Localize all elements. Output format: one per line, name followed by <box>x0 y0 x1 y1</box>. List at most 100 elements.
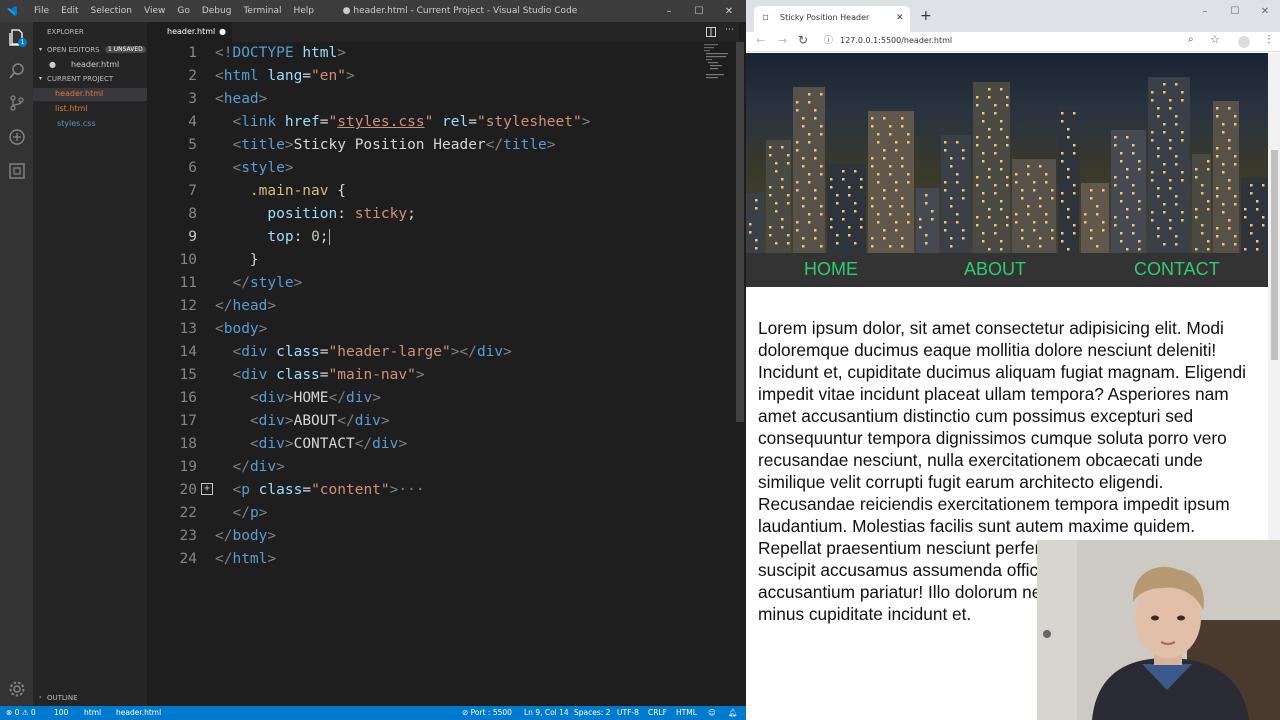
menu-file[interactable]: File <box>28 6 55 16</box>
code-line: } <box>215 252 259 268</box>
chevron-down-icon[interactable]: ▾ <box>39 75 42 82</box>
window-light <box>1201 232 1204 235</box>
window-light <box>842 170 845 173</box>
window-light <box>871 117 874 120</box>
cursor-position[interactable]: Ln 9, Col 14 <box>524 708 569 717</box>
window-light <box>1163 243 1166 246</box>
menu-selection[interactable]: Selection <box>85 6 138 16</box>
browser-menu-icon[interactable]: ⋮ <box>1264 34 1274 45</box>
chevron-down-icon[interactable]: ▾ <box>39 46 42 53</box>
line-number: 18 <box>179 436 197 452</box>
live-server-port[interactable]: ⊘ Port : 5500 <box>462 708 512 717</box>
menu-go[interactable]: Go <box>171 6 195 16</box>
back-arrow-icon[interactable]: ← <box>756 34 765 47</box>
outline-header[interactable]: OUTLINE <box>47 694 78 702</box>
unsaved-dot-icon[interactable]: ● <box>219 22 226 42</box>
window-light <box>994 152 997 155</box>
window-light <box>1216 147 1219 150</box>
indentation[interactable]: Spaces: 2 <box>574 708 610 717</box>
window-light <box>1195 248 1198 251</box>
building <box>827 164 866 253</box>
code-editor[interactable]: 1 <!DOCTYPE html> 2 <html lang="en"> 3 <… <box>147 42 739 706</box>
nav-about[interactable]: ABOUT <box>964 259 1026 280</box>
status-count[interactable]: 100 <box>54 708 68 717</box>
window-light <box>1090 237 1093 240</box>
info-icon[interactable]: ⓘ <box>824 32 833 50</box>
window-light <box>1181 171 1184 174</box>
open-editors-header[interactable]: OPEN EDITORS <box>47 46 100 54</box>
tab-header-html[interactable]: header.html ● <box>147 22 232 42</box>
close-icon[interactable]: ✕ <box>714 6 744 17</box>
window-light <box>1175 115 1178 118</box>
window-light <box>802 197 805 200</box>
window-light <box>988 128 991 131</box>
menu-debug[interactable]: Debug <box>196 6 238 16</box>
zoom-icon[interactable]: ⌕ <box>1188 34 1194 45</box>
window-light <box>1262 184 1265 187</box>
chevron-right-icon[interactable]: › <box>39 694 41 701</box>
window-light <box>1244 208 1247 211</box>
menu-edit[interactable]: Edit <box>55 6 84 16</box>
window-light <box>1138 160 1141 163</box>
close-tab-icon[interactable]: ✕ <box>896 6 904 30</box>
minimap[interactable] <box>700 42 738 82</box>
more-actions-icon[interactable]: ⋯ <box>725 25 734 35</box>
problems-indicator[interactable]: ⊗ 0 ⚠ 0 <box>6 708 36 717</box>
browser-tab[interactable]: ▫ Sticky Position Header ✕ <box>754 6 910 32</box>
window-light <box>755 199 758 202</box>
window-light <box>1045 173 1048 176</box>
file-item-header[interactable]: header.html <box>55 89 103 98</box>
language-mode[interactable]: HTML <box>676 708 697 717</box>
open-editor-item[interactable]: header.html <box>71 60 119 69</box>
editor-scrollbar[interactable] <box>736 42 744 422</box>
extensions-icon[interactable] <box>8 162 26 180</box>
unsaved-dot-icon[interactable]: ● <box>49 60 56 69</box>
menu-view[interactable]: View <box>138 6 171 16</box>
window-light <box>1234 163 1237 166</box>
nav-contact[interactable]: CONTACT <box>1134 259 1220 280</box>
window-light <box>808 181 811 184</box>
window-light <box>982 200 985 203</box>
explorer-title: EXPLORER <box>47 28 84 36</box>
search-icon[interactable] <box>8 62 26 80</box>
window-light <box>1073 192 1076 195</box>
page-scrollbar-thumb[interactable] <box>1271 150 1278 360</box>
file-item-list[interactable]: list.html <box>55 104 88 113</box>
window-light <box>1061 120 1064 123</box>
forward-arrow-icon[interactable]: → <box>778 34 787 47</box>
bookmark-star-icon[interactable]: ☆ <box>1210 33 1220 46</box>
maximize-icon[interactable]: ☐ <box>1220 6 1250 17</box>
window-light <box>1216 227 1219 230</box>
settings-gear-icon[interactable] <box>8 680 26 698</box>
project-header[interactable]: CURRENT PROJECT <box>47 75 113 83</box>
window-light <box>1061 160 1064 163</box>
file-item-styles[interactable]: styles.css <box>57 119 96 128</box>
window-light <box>814 237 817 240</box>
close-icon[interactable]: ✕ <box>1250 6 1280 17</box>
profile-avatar[interactable] <box>1238 36 1250 48</box>
status-file[interactable]: header.html <box>116 708 161 717</box>
minimize-icon[interactable]: – <box>1190 6 1220 17</box>
maximize-icon[interactable]: ☐ <box>684 6 714 17</box>
minimize-icon[interactable]: – <box>654 6 684 17</box>
reload-icon[interactable]: ↻ <box>798 33 808 47</box>
window-light <box>1120 200 1123 203</box>
feedback-icon[interactable]: ☺ <box>708 708 716 717</box>
encoding[interactable]: UTF-8 <box>617 708 639 717</box>
window-light <box>883 157 886 160</box>
status-html[interactable]: html <box>84 708 101 717</box>
window-light <box>1126 176 1129 179</box>
source-control-icon[interactable] <box>8 94 26 112</box>
window-light <box>877 173 880 176</box>
nav-home[interactable]: HOME <box>804 259 858 280</box>
new-tab-icon[interactable]: + <box>920 8 932 24</box>
expand-fold-icon[interactable]: + <box>201 483 213 495</box>
debug-icon[interactable] <box>8 128 26 146</box>
bell-icon[interactable]: 🔔︎ <box>728 708 738 717</box>
split-editor-icon[interactable] <box>706 27 716 37</box>
menu-terminal[interactable]: Terminal <box>237 6 287 16</box>
window-light <box>895 181 898 184</box>
line-ending[interactable]: CRLF <box>648 708 667 717</box>
window-light <box>1195 176 1198 179</box>
address-bar[interactable]: ⓘ 127.0.0.1:5500/header.html <box>818 32 1178 50</box>
